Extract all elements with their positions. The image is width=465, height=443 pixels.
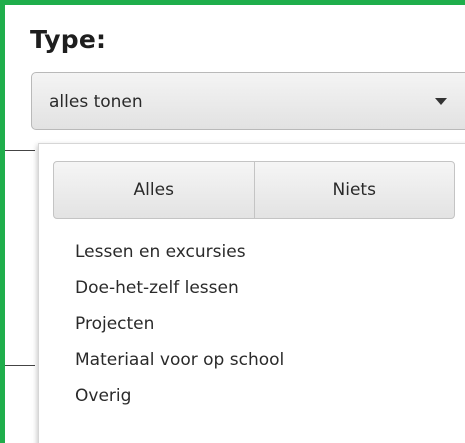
- caret-down-icon: [435, 98, 447, 105]
- select-toggle-group: Alles Niets: [53, 161, 455, 219]
- type-option[interactable]: Overig: [75, 378, 284, 414]
- type-options-list: Lessen en excursies Doe-het-zelf lessen …: [75, 234, 284, 414]
- type-filter-widget: Type: alles tonen Alles Niets Lessen en …: [0, 0, 465, 443]
- select-all-button[interactable]: Alles: [54, 162, 254, 218]
- type-option[interactable]: Doe-het-zelf lessen: [75, 270, 284, 306]
- type-option[interactable]: Projecten: [75, 306, 284, 342]
- select-none-button[interactable]: Niets: [253, 162, 455, 218]
- type-select[interactable]: alles tonen: [31, 72, 465, 130]
- type-dropdown-panel: Alles Niets Lessen en excursies Doe-het-…: [38, 143, 465, 443]
- background-divider: [5, 150, 35, 151]
- type-option[interactable]: Lessen en excursies: [75, 234, 284, 270]
- type-label: Type:: [30, 25, 107, 54]
- select-value: alles tonen: [49, 92, 143, 112]
- type-option[interactable]: Materiaal voor op school: [75, 342, 284, 378]
- background-divider: [5, 365, 35, 366]
